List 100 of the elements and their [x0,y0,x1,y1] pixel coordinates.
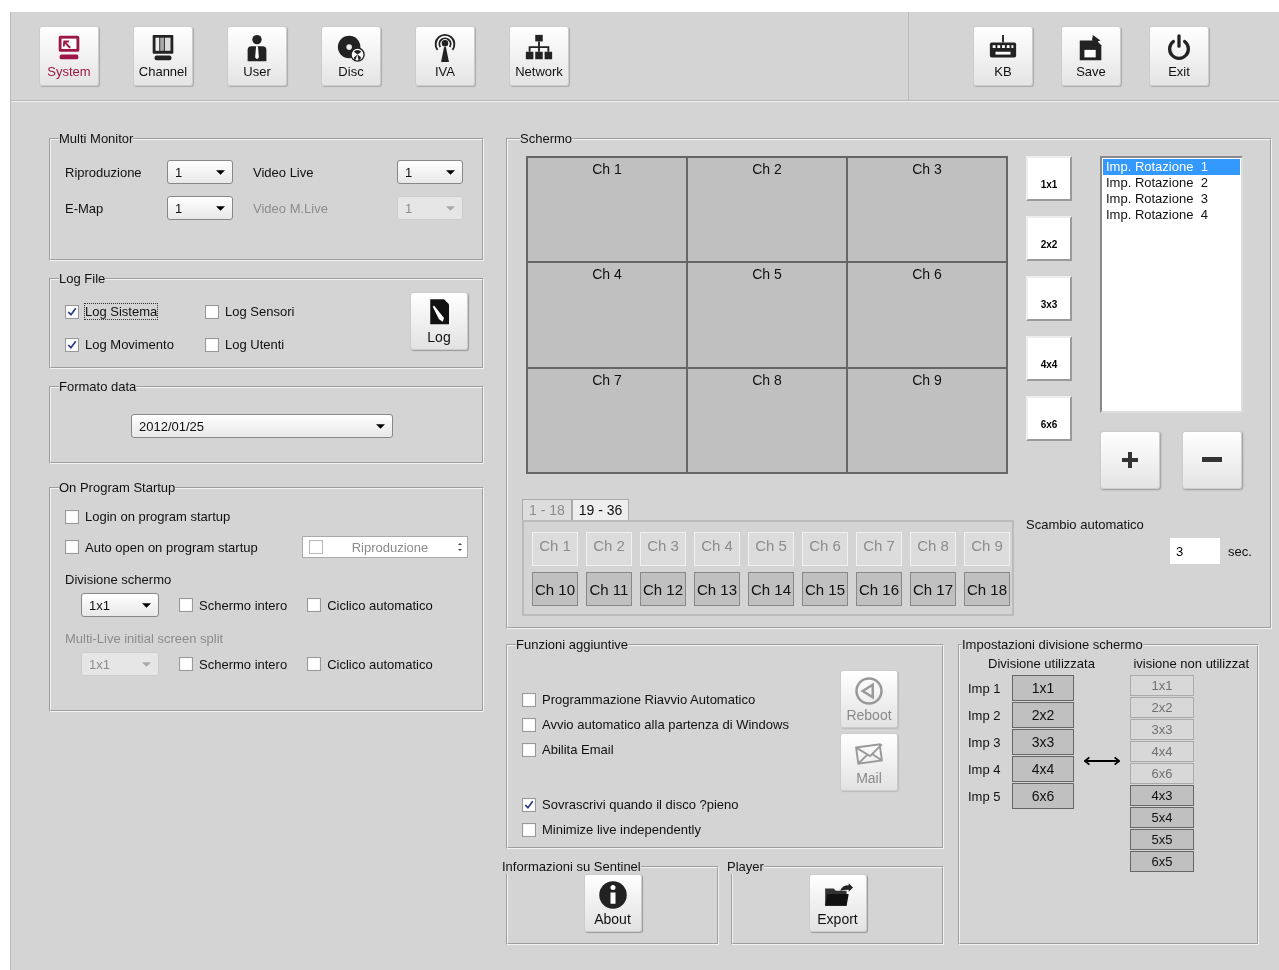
checkbox-label[interactable]: Ciclico automatico [327,597,433,613]
split-item[interactable]: 4x4 [1012,756,1074,782]
add-button[interactable] [1100,431,1160,489]
layout-button[interactable]: 3x3 [1026,276,1072,321]
layout-button[interactable]: 4x4 [1026,336,1072,381]
checkbox-label[interactable]: Log Sistema [85,304,158,319]
field-label: Multi-Live initial screen split [65,631,225,646]
split-item[interactable]: 4x3 [1130,785,1194,806]
dropdown[interactable]: 1 [167,160,233,184]
checkbox-label[interactable]: Abilita Email [542,742,614,757]
field-label: E-Map [65,200,105,216]
checkbox[interactable] [65,337,79,352]
group-title: Schermo [520,131,573,146]
dropdown[interactable]: 1 [397,160,463,184]
toolbar-button[interactable]: Network [509,26,569,86]
checkbox-label[interactable]: Programmazione Riavvio Automatico [542,692,756,707]
checkbox[interactable] [522,717,536,732]
remove-button[interactable] [1182,431,1242,489]
toolbar-button[interactable]: System [39,26,99,86]
checkbox[interactable] [65,304,79,319]
toolbar-button[interactable]: KB [973,26,1033,86]
toolbar-button[interactable]: Disc [321,26,381,86]
field-label: Scambio automatico [1026,517,1145,532]
camera-slot-button[interactable]: Ch 18 [964,572,1010,606]
caret-icon [142,661,151,667]
checkbox[interactable] [522,692,536,707]
video-tile[interactable]: Ch 9 [847,367,1007,473]
video-tile[interactable]: Ch 7 [527,367,687,473]
toolbar-button[interactable]: IVA [415,26,475,86]
toolbar-button[interactable]: Exit [1149,26,1209,86]
layout-button[interactable]: 1x1 [1026,156,1072,201]
minus-icon [1202,457,1222,463]
toolbar-button[interactable]: Save [1061,26,1121,86]
rotation-item[interactable]: Imp. Rotazione 4 [1103,207,1240,223]
tab[interactable]: 19 - 36 [571,499,630,520]
checkbox-label[interactable]: Schermo intero [199,597,288,613]
checkbox-label[interactable]: Avvio automatico alla partenza di Windows [542,717,789,732]
checkbox-label[interactable]: Minimize live independently [542,822,701,837]
split-item[interactable]: 2x2 [1012,702,1074,728]
split-item[interactable]: 1x1 [1012,675,1074,701]
log-button[interactable]: Log [410,292,468,350]
field-label: Video M.Live [253,200,329,216]
checkbox-label[interactable]: Log Movimento [85,337,174,352]
checkbox[interactable] [522,822,536,837]
camera-slot-button[interactable]: Ch 10 [532,572,578,606]
export-button[interactable]: Export [808,874,867,932]
toolbar-button[interactable]: Channel [133,26,193,86]
checkbox[interactable] [65,540,79,554]
about-button[interactable]: About [583,874,642,932]
checkbox[interactable] [205,304,219,319]
camera-slot-button[interactable]: Ch 12 [640,572,686,606]
split-item[interactable]: 3x3 [1012,729,1074,755]
video-tile[interactable]: Ch 5 [687,262,847,368]
video-tile[interactable]: Ch 4 [527,262,687,368]
video-tile[interactable]: Ch 2 [687,157,847,263]
video-tile[interactable]: Ch 8 [687,367,847,473]
checkbox[interactable] [65,509,79,524]
video-tile[interactable]: Ch 3 [847,157,1007,263]
camera-slot-button[interactable]: Ch 11 [586,572,632,606]
checkbox[interactable] [522,742,536,757]
camera-slot-button[interactable]: Ch 17 [910,572,956,606]
camera-slot-button[interactable]: Ch 13 [694,572,740,606]
checkbox[interactable] [307,598,322,612]
group-title: On Program Startup [59,480,176,495]
group-title: Informazioni su Sentinel [502,859,641,874]
camera-slot-button[interactable]: Ch 16 [856,572,902,606]
seconds-field[interactable]: 3 [1170,538,1220,564]
disc-icon [336,33,366,63]
row-label: Imp 3 [968,735,1002,750]
split-item[interactable]: 6x5 [1130,851,1194,872]
split-item[interactable]: 5x5 [1130,829,1194,850]
checkbox[interactable] [522,797,536,812]
group-title: Funzioni aggiuntive [516,637,629,652]
split-item[interactable]: 5x4 [1130,807,1194,828]
column-heading: Divisione utilizzata [988,656,1095,671]
camera-slot-button[interactable]: Ch 15 [802,572,848,606]
caret-icon [446,169,455,175]
split-item[interactable]: 6x6 [1012,783,1074,809]
dropdown[interactable]: 1x1 [81,593,159,617]
date-format-dropdown[interactable]: 2012/01/25 [131,414,393,438]
camera-slot-button[interactable]: Ch 14 [748,572,794,606]
layout-button[interactable]: 6x6 [1026,396,1072,441]
rotation-item[interactable]: Imp. Rotazione 2 [1103,175,1240,191]
checkbox-label[interactable]: Log Utenti [225,337,285,352]
checkbox[interactable] [205,337,219,352]
checkbox-label[interactable]: Auto open on program startup [85,539,258,555]
rotation-item[interactable]: Imp. Rotazione 3 [1103,191,1240,207]
video-tile[interactable]: Ch 6 [847,262,1007,368]
toolbar-button[interactable]: User [227,26,287,86]
checkbox[interactable] [179,598,193,612]
dropdown[interactable]: 1 [167,196,233,220]
checkbox-label[interactable]: Login on program startup [85,509,231,524]
plus-icon [1120,450,1140,470]
layout-button[interactable]: 2x2 [1026,216,1072,261]
checkbox-label[interactable]: Sovrascrivi quando il disco ?pieno [542,797,739,812]
checkbox-label[interactable]: Log Sensori [225,304,295,319]
field-label: Video Live [253,164,315,180]
info-icon [597,879,628,910]
video-tile[interactable]: Ch 1 [527,157,687,263]
caret-icon [376,423,385,429]
